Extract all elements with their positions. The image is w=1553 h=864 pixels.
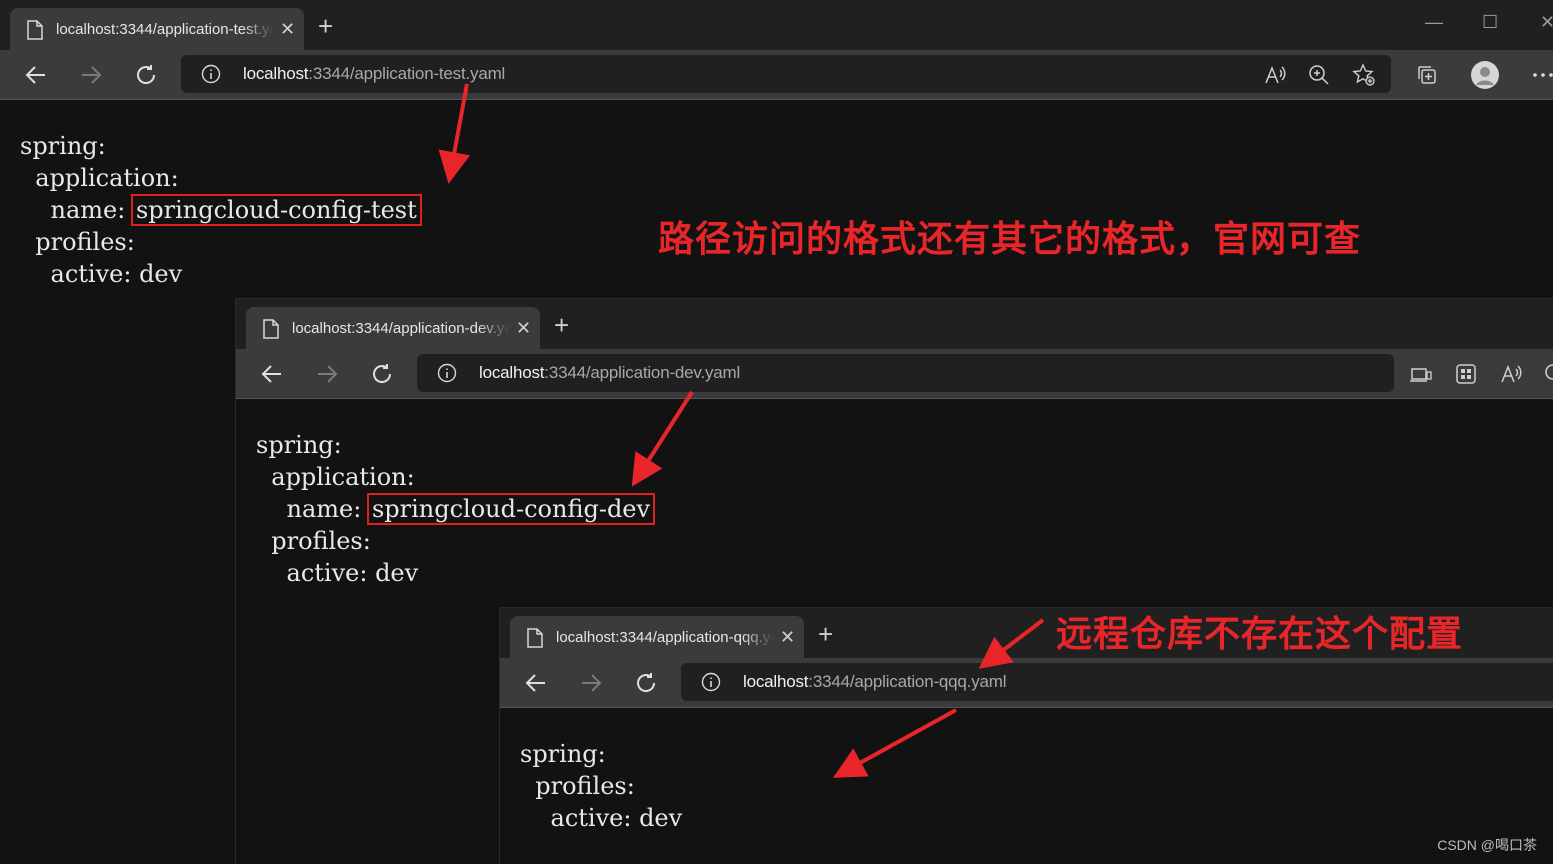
yaml-line: spring:: [256, 431, 342, 459]
url-host: localhost: [243, 64, 309, 83]
maximize-button[interactable]: ☐: [1482, 12, 1498, 33]
yaml-key: name:: [256, 495, 369, 523]
url-path: :3344/application-qqq.yaml: [808, 672, 1007, 691]
highlighted-name-value: springcloud-config-test: [130, 194, 422, 226]
apps-icon[interactable]: [1453, 361, 1479, 387]
watermark: CSDN @喝口茶: [1437, 837, 1537, 853]
new-tab-button[interactable]: +: [818, 620, 833, 648]
tab-strip: localhost:3344/application-dev.yaml ✕ +: [236, 299, 1553, 349]
new-tab-button[interactable]: +: [318, 12, 333, 40]
forward-icon[interactable]: [578, 670, 604, 696]
collections-icon[interactable]: [1414, 62, 1440, 88]
profile-icon[interactable]: [1470, 60, 1500, 90]
back-icon[interactable]: [523, 670, 549, 696]
nav-toolbar: localhost:3344/application-qqq.yaml: [500, 658, 1553, 708]
address-bar[interactable]: localhost:3344/application-test.yaml: [181, 55, 1391, 93]
info-icon[interactable]: [201, 64, 221, 84]
forward-icon[interactable]: [314, 361, 340, 387]
yaml-line: active: dev: [520, 804, 683, 832]
tab-active[interactable]: localhost:3344/application-qqq.yaml ✕: [510, 616, 804, 658]
minimize-button[interactable]: —: [1425, 12, 1443, 33]
yaml-line: active: dev: [256, 559, 419, 587]
read-aloud-icon[interactable]: [1262, 62, 1288, 88]
page-icon: [527, 628, 543, 648]
yaml-line: active: dev: [20, 260, 183, 288]
tab-title: localhost:3344/application-test.yaml: [56, 21, 274, 38]
refresh-icon[interactable]: [369, 361, 395, 387]
tab-close-button[interactable]: ✕: [280, 18, 295, 40]
refresh-icon[interactable]: [133, 62, 159, 88]
tab-close-button[interactable]: ✕: [780, 626, 795, 648]
yaml-line: profiles:: [520, 772, 635, 800]
yaml-content: spring: application: name: springcloud-c…: [20, 130, 422, 290]
refresh-icon[interactable]: [633, 670, 659, 696]
page-icon: [27, 20, 43, 40]
address-bar[interactable]: localhost:3344/application-qqq.yaml: [681, 663, 1553, 701]
highlighted-name-value: springcloud-config-dev: [366, 493, 656, 525]
yaml-line: application:: [20, 164, 179, 192]
yaml-line: spring:: [20, 132, 106, 160]
url-text[interactable]: localhost:3344/application-test.yaml: [243, 64, 505, 84]
yaml-line: profiles:: [20, 228, 135, 256]
tab-close-button[interactable]: ✕: [516, 317, 531, 339]
back-icon[interactable]: [259, 361, 285, 387]
yaml-line: spring:: [520, 740, 606, 768]
yaml-content: spring: profiles: active: dev: [520, 738, 682, 834]
favorite-icon[interactable]: [1351, 62, 1377, 88]
zoom-icon[interactable]: [1542, 361, 1553, 387]
nav-toolbar: localhost:3344/application-dev.yaml: [236, 349, 1553, 399]
url-path: :3344/application-test.yaml: [308, 64, 506, 83]
url-path: :3344/application-dev.yaml: [544, 363, 741, 382]
window-close-button[interactable]: ✕: [1540, 12, 1553, 33]
tab-title: localhost:3344/application-qqq.yaml: [556, 629, 774, 646]
yaml-line: application:: [256, 463, 415, 491]
url-host: localhost: [479, 363, 545, 382]
yaml-content: spring: application: name: springcloud-c…: [256, 429, 656, 589]
read-aloud-icon[interactable]: [1498, 361, 1524, 387]
annotation-note-missing-config: 远程仓库不存在这个配置: [1056, 613, 1464, 654]
nav-toolbar: localhost:3344/application-test.yaml: [0, 50, 1553, 100]
more-icon[interactable]: [1530, 62, 1553, 88]
address-bar[interactable]: localhost:3344/application-dev.yaml: [417, 354, 1394, 392]
tab-active[interactable]: localhost:3344/application-dev.yaml ✕: [246, 307, 540, 349]
tab-strip: localhost:3344/application-test.yaml ✕ +…: [0, 0, 1553, 50]
url-text[interactable]: localhost:3344/application-qqq.yaml: [743, 672, 1006, 692]
zoom-icon[interactable]: [1306, 62, 1332, 88]
info-icon[interactable]: [437, 363, 457, 383]
url-text[interactable]: localhost:3344/application-dev.yaml: [479, 363, 740, 383]
url-host: localhost: [743, 672, 809, 691]
back-icon[interactable]: [23, 62, 49, 88]
info-icon[interactable]: [701, 672, 721, 692]
yaml-line: profiles:: [256, 527, 371, 555]
new-tab-button[interactable]: +: [554, 311, 569, 339]
page-icon: [263, 319, 279, 339]
tab-title: localhost:3344/application-dev.yaml: [292, 320, 510, 337]
tab-active[interactable]: localhost:3344/application-test.yaml ✕: [10, 8, 304, 50]
device-icon[interactable]: [1408, 361, 1434, 387]
yaml-key: name:: [20, 196, 133, 224]
annotation-note-formats: 路径访问的格式还有其它的格式，官网可查: [658, 218, 1362, 259]
forward-icon[interactable]: [78, 62, 104, 88]
